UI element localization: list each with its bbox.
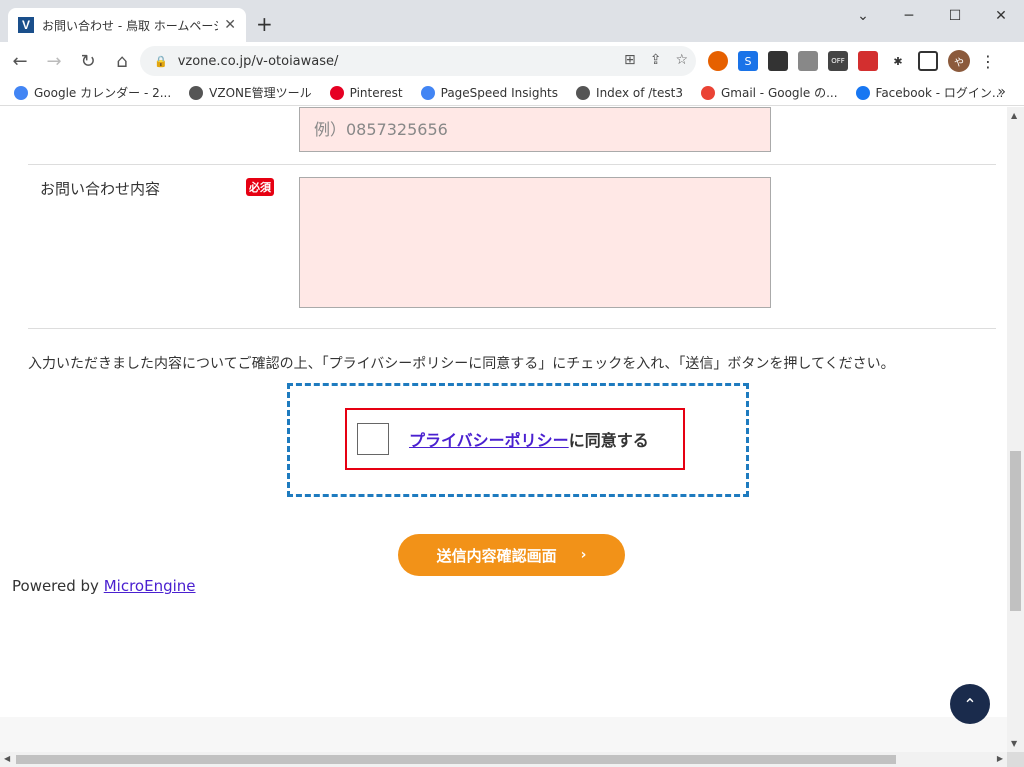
- bookmark-label: Gmail - Google の...: [720, 86, 838, 100]
- minimize-button[interactable]: ─: [886, 0, 932, 32]
- bookmark-favicon-icon: [855, 85, 870, 100]
- inquiry-label: お問い合わせ内容: [40, 180, 161, 198]
- chevron-up-icon: ⌃: [963, 694, 977, 714]
- address-bar[interactable]: 🔒 vzone.co.jp/v-otoiawase/ ⊞ ⇪ ☆: [140, 46, 696, 76]
- back-arrow-icon[interactable]: ←: [6, 47, 34, 75]
- extensions-area: S OFF ✱ や ⋮: [708, 50, 996, 72]
- tab-search-chevron-icon[interactable]: ⌄: [840, 0, 886, 32]
- lock-icon[interactable]: 🔒: [154, 55, 168, 68]
- tab-close-icon[interactable]: ✕: [224, 17, 236, 33]
- scroll-down-arrow-icon[interactable]: ▼: [1011, 739, 1017, 748]
- screen-extension-icon[interactable]: [798, 51, 818, 71]
- bookmark-favicon-icon: [700, 85, 715, 100]
- footer-band: [0, 717, 1007, 752]
- qr-extension-icon[interactable]: [768, 51, 788, 71]
- scroll-to-top-button[interactable]: ⌃: [950, 684, 990, 724]
- tab-strip: V お問い合わせ - 鳥取 ホームページ作成 ✕ + ⌄ ─ ☐ ✕: [0, 0, 1024, 42]
- bookmarks-more-icon[interactable]: »: [997, 84, 1006, 100]
- page-content: 例）0857325656 お問い合わせ内容 必須 入力いただきました内容について…: [0, 107, 1007, 752]
- menu-kebab-icon[interactable]: ⋮: [980, 52, 996, 71]
- powered-by: Powered by MicroEngine: [12, 577, 196, 595]
- bookmark-favicon-icon: [329, 85, 344, 100]
- off-extension-icon[interactable]: OFF: [828, 51, 848, 71]
- privacy-policy-link[interactable]: プライバシーポリシー: [409, 431, 569, 450]
- scroll-up-arrow-icon[interactable]: ▲: [1011, 111, 1017, 120]
- vertical-scroll-thumb[interactable]: [1010, 451, 1021, 611]
- consent-box: プライバシーポリシーに同意する: [287, 383, 749, 497]
- submit-confirm-button[interactable]: 送信内容確認画面 ›: [398, 534, 625, 576]
- reload-icon[interactable]: ↻: [74, 47, 102, 75]
- chevron-right-icon: ›: [580, 547, 587, 563]
- url-text: vzone.co.jp/v-otoiawase/: [177, 53, 339, 69]
- maximize-button[interactable]: ☐: [932, 0, 978, 32]
- scroll-right-arrow-icon[interactable]: ▶: [997, 754, 1003, 763]
- submit-label: 送信内容確認画面: [436, 546, 557, 565]
- site-favicon-icon: V: [18, 17, 34, 33]
- s-extension-icon[interactable]: S: [738, 51, 758, 71]
- scrollbar-corner: [1007, 752, 1024, 767]
- avatar[interactable]: や: [948, 50, 970, 72]
- bookmark-item[interactable]: Index of /test3: [576, 85, 683, 100]
- horizontal-scroll-thumb[interactable]: [16, 755, 896, 764]
- powered-by-text: Powered by: [12, 577, 99, 595]
- bookmark-label: Facebook - ログイン...: [875, 86, 1004, 100]
- bookmark-label: VZONE管理ツール: [209, 86, 312, 100]
- forward-arrow-icon[interactable]: →: [40, 47, 68, 75]
- inquiry-textarea[interactable]: [299, 177, 771, 308]
- bookmark-label: Index of /test3: [596, 85, 683, 100]
- new-tab-button[interactable]: +: [256, 12, 273, 36]
- divider: [28, 164, 996, 165]
- bookmark-label: Google カレンダー - 2...: [34, 86, 172, 100]
- bookmark-favicon-icon: [14, 85, 28, 100]
- bookmark-favicon-icon: [189, 85, 204, 100]
- bookmark-item[interactable]: PageSpeed Insights: [420, 85, 559, 100]
- divider: [28, 328, 996, 329]
- bookmark-item[interactable]: Gmail - Google の...: [700, 84, 838, 101]
- puzzle-extension-icon[interactable]: ✱: [888, 51, 908, 71]
- bookmark-star-icon[interactable]: ☆: [675, 52, 688, 68]
- required-badge: 必須: [246, 178, 274, 196]
- scroll-left-arrow-icon[interactable]: ◀: [4, 754, 10, 763]
- bookmark-label: Pinterest: [349, 85, 403, 100]
- microengine-link[interactable]: MicroEngine: [104, 577, 196, 595]
- bookmark-favicon-icon: [420, 85, 435, 100]
- bookmark-label: PageSpeed Insights: [440, 85, 559, 100]
- vertical-scrollbar[interactable]: ▲ ▼: [1007, 107, 1024, 752]
- consent-label: プライバシーポリシーに同意する: [409, 427, 649, 451]
- pdf-extension-icon[interactable]: [858, 51, 878, 71]
- bookmark-item[interactable]: Facebook - ログイン...: [855, 84, 1004, 101]
- phone-placeholder: 例）0857325656: [314, 120, 448, 139]
- share-icon[interactable]: ⇪: [650, 52, 662, 68]
- close-window-button[interactable]: ✕: [978, 0, 1024, 32]
- bookmark-item[interactable]: Pinterest: [329, 85, 403, 100]
- bookmark-favicon-icon: [576, 85, 591, 100]
- browser-toolbar: ← → ↻ ⌂ 🔒 vzone.co.jp/v-otoiawase/ ⊞ ⇪ ☆…: [0, 42, 1024, 80]
- consent-inner: プライバシーポリシーに同意する: [345, 408, 685, 470]
- browser-tab[interactable]: V お問い合わせ - 鳥取 ホームページ作成 ✕: [8, 8, 246, 42]
- bookmark-item[interactable]: VZONE管理ツール: [189, 84, 312, 101]
- home-icon[interactable]: ⌂: [108, 47, 136, 75]
- phone-input[interactable]: 例）0857325656: [299, 107, 771, 152]
- side-panel-icon[interactable]: [918, 51, 938, 71]
- agree-text: に同意する: [568, 431, 649, 450]
- horizontal-scrollbar[interactable]: ◀ ▶: [0, 752, 1007, 767]
- tab-title: お問い合わせ - 鳥取 ホームページ作成: [42, 18, 218, 33]
- bookmarks-bar: Google カレンダー - 2... VZONE管理ツール Pinterest Pa…: [0, 80, 1024, 106]
- instructions-text: 入力いただきました内容についてご確認の上、「プライバシーポリシーに同意する」にチ…: [28, 356, 895, 372]
- translate-icon[interactable]: ⊞: [624, 52, 636, 68]
- bookmark-item[interactable]: Google カレンダー - 2...: [14, 84, 171, 101]
- firefox-extension-icon[interactable]: [708, 51, 728, 71]
- privacy-checkbox[interactable]: [357, 423, 389, 455]
- window-controls: ⌄ ─ ☐ ✕: [840, 0, 1024, 32]
